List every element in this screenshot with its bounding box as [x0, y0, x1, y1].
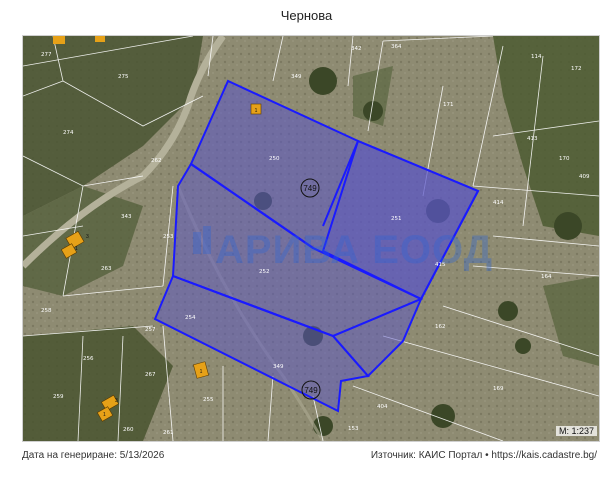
parcel-number: 349	[273, 364, 284, 370]
parcel-number: 409	[579, 174, 590, 180]
parcel-number: 153	[348, 426, 359, 432]
map-scale: М: 1:237	[555, 426, 597, 436]
watermark-logo	[193, 232, 201, 254]
parcel-number: 251	[391, 216, 402, 222]
parcel-number: 114	[531, 54, 542, 60]
parcel-number: 170	[559, 156, 570, 162]
building-label: 3	[86, 234, 89, 240]
building-label: 1	[200, 369, 203, 375]
parcel-number: 404	[377, 404, 388, 410]
parcel-number: 275	[118, 74, 129, 80]
cadastral-map[interactable]: 749 749 1 3 1 1 3 1 277 275 274 262 343 …	[22, 35, 600, 442]
parcel-number: 349	[291, 74, 302, 80]
parcel-number: 277	[41, 52, 52, 58]
watermark-logo	[203, 226, 211, 254]
parcel-number: 164	[541, 274, 552, 280]
building	[95, 36, 105, 42]
parcel-id-label: 749	[304, 386, 318, 395]
building-label: 1	[103, 412, 106, 418]
page-title: Чернова	[280, 8, 333, 23]
building	[53, 36, 65, 44]
source-attribution: Източник: КАИС Портал • https://kais.cad…	[370, 450, 597, 461]
generation-date: Дата на генериране: 5/13/2026	[22, 450, 165, 461]
parcel-number: 262	[151, 158, 162, 164]
building-label: 1	[75, 246, 78, 252]
parcel-number: 169	[493, 386, 504, 392]
parcel-number: 343	[121, 214, 132, 220]
parcel-id-label: 749	[303, 184, 317, 193]
parcel-number: 257	[145, 327, 156, 333]
parcel-number: 255	[203, 397, 214, 403]
parcel-number: 256	[83, 356, 94, 362]
parcel-number: 254	[185, 315, 196, 321]
parcel-number: 413	[527, 136, 538, 142]
watermark-text: АРИВА ЕООД	[215, 228, 493, 272]
building-label: 1	[255, 108, 258, 114]
parcel-number: 172	[571, 66, 582, 72]
parcel-number: 260	[123, 427, 134, 433]
parcel-number: 259	[53, 394, 64, 400]
parcel-number: 258	[41, 308, 52, 314]
parcel-number: 171	[443, 102, 454, 108]
parcel-number: 414	[493, 200, 504, 206]
parcel-number: 274	[63, 130, 74, 136]
parcel-number: 253	[163, 234, 174, 240]
parcel-number: 250	[269, 156, 280, 162]
watermark: АРИВА ЕООД	[193, 226, 493, 272]
parcel-number: 364	[391, 44, 402, 50]
parcel-number: 162	[435, 324, 446, 330]
parcel-number: 267	[145, 372, 156, 378]
map-canvas[interactable]: 749 749 1 3 1 1 3 1 277 275 274 262 343 …	[23, 36, 599, 441]
parcel-number: 261	[163, 430, 174, 436]
building-label: 3	[115, 398, 118, 404]
parcel-number: 342	[351, 46, 362, 52]
parcel-number: 263	[101, 266, 112, 272]
